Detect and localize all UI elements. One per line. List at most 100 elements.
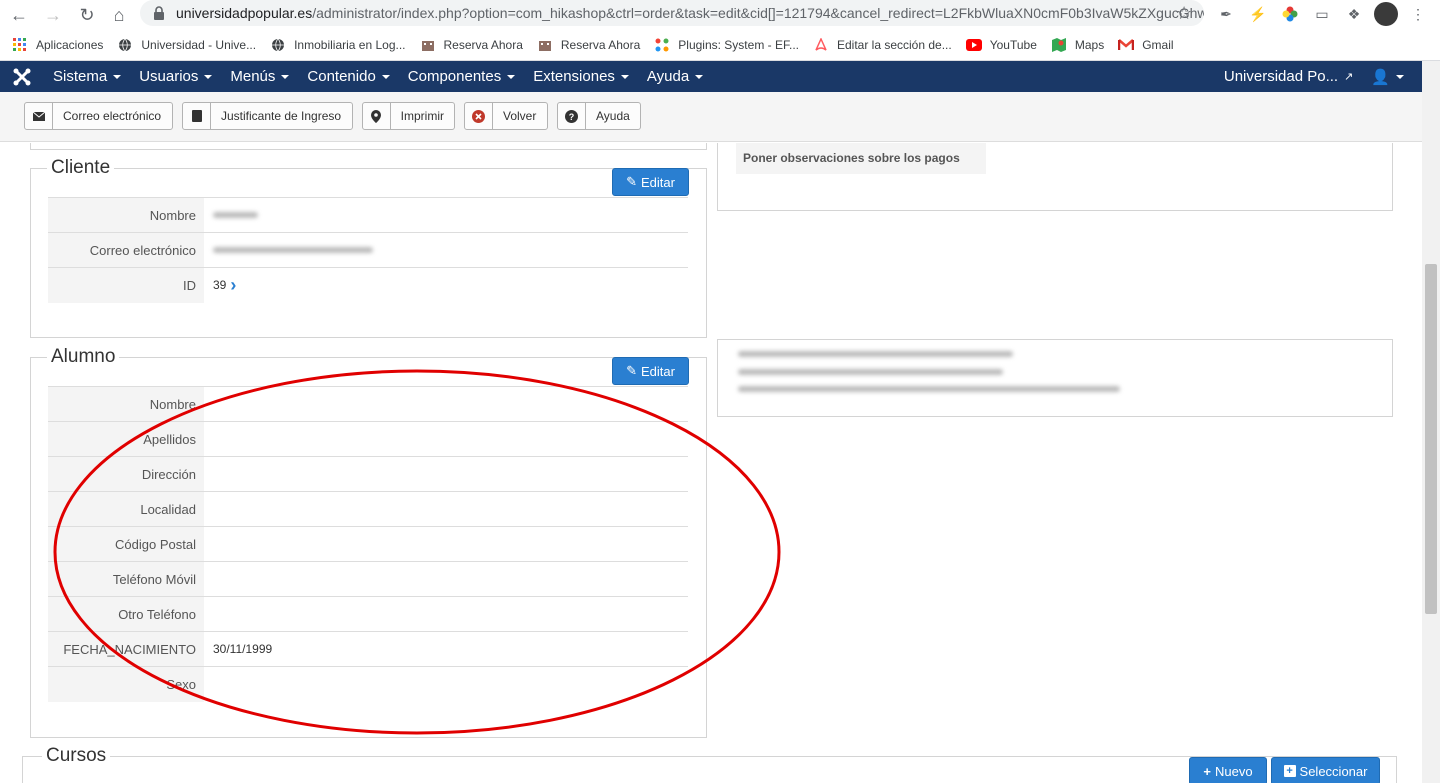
more-menu-icon[interactable]: ⋮	[1408, 4, 1428, 24]
redacted-text	[738, 386, 1120, 392]
address-panel	[717, 339, 1393, 417]
gmail-icon	[1118, 37, 1135, 53]
new-course-button[interactable]: + Nuevo	[1189, 757, 1267, 783]
building-icon	[420, 37, 436, 53]
home-icon[interactable]: ⌂	[106, 2, 132, 28]
cast-icon[interactable]: ▭	[1312, 4, 1332, 24]
chevron-down-icon	[381, 74, 390, 79]
page-scrollbar[interactable]	[1422, 61, 1440, 783]
forward-arrow-icon[interactable]: →	[40, 2, 66, 28]
external-link-icon: ↗	[1344, 71, 1354, 83]
user-menu[interactable]: 👤	[1362, 61, 1422, 92]
nav-menu-label: Contenido	[307, 68, 376, 85]
cancel-circle-icon	[465, 103, 493, 129]
chevron-down-icon	[620, 74, 629, 79]
bookmark-label: Aplicaciones	[36, 38, 104, 52]
nav-menu-label: Extensiones	[533, 68, 615, 85]
nav-menu-item[interactable]: Ayuda	[638, 61, 712, 92]
nav-menu-item[interactable]: Componentes	[399, 61, 524, 92]
help-button-label: Ayuda	[596, 109, 630, 123]
edit-student-label: Editar	[640, 363, 675, 379]
bookmark-item[interactable]: Plugins: System - EF...	[654, 37, 799, 53]
edit-client-button[interactable]: ✎ Editar	[612, 168, 689, 196]
table-row: FECHA_NACIMIENTO 30/11/1999	[48, 631, 688, 666]
table-row: Sexo	[48, 666, 688, 701]
question-circle-icon: ?	[558, 103, 586, 129]
url-path: /administrator/index.php?option=com_hika…	[312, 5, 1204, 21]
chevron-right-icon[interactable]: ›	[230, 276, 236, 294]
globe-icon	[270, 37, 286, 53]
site-link[interactable]: Universidad Po... ↗	[1215, 61, 1362, 92]
redacted-text	[738, 351, 1013, 357]
field-value: 30/11/1999	[204, 632, 688, 666]
color-wheel-icon[interactable]	[1280, 4, 1300, 24]
nav-menu-item[interactable]: Menús	[221, 61, 298, 92]
user-icon: 👤	[1371, 68, 1390, 86]
back-button[interactable]: Volver	[464, 102, 548, 130]
new-course-label: Nuevo	[1215, 763, 1253, 779]
eyedropper-icon[interactable]: ✒	[1216, 4, 1236, 24]
bookmark-item[interactable]: Maps	[1051, 37, 1104, 53]
field-label: ID	[48, 268, 204, 302]
field-value	[204, 233, 688, 267]
table-row: Nombre	[48, 197, 688, 232]
bookmark-star-icon[interactable]: ☆	[1176, 3, 1192, 24]
bookmark-item[interactable]: Universidad - Unive...	[117, 37, 256, 53]
extension-bolt-icon[interactable]: ⚡	[1248, 4, 1268, 24]
field-label: Código Postal	[48, 527, 204, 561]
browser-toolbar: ← → ↻ ⌂ universidadpopular.es/administra…	[0, 0, 1440, 30]
table-row: Dirección	[48, 456, 688, 491]
field-value	[204, 597, 688, 631]
back-arrow-icon[interactable]: ←	[6, 2, 32, 28]
scrollbar-thumb[interactable]	[1425, 264, 1437, 614]
receipt-button[interactable]: Justificante de Ingreso	[182, 102, 353, 130]
table-row: Teléfono Móvil	[48, 561, 688, 596]
field-value	[204, 667, 688, 701]
bookmark-item[interactable]: Aplicaciones	[12, 37, 103, 53]
help-button[interactable]: ? Ayuda	[557, 102, 641, 130]
nav-menu-item[interactable]: Sistema	[44, 61, 130, 92]
puzzle-icon[interactable]: ❖	[1344, 4, 1364, 24]
table-row: ID 39 ›	[48, 267, 688, 302]
client-panel-title: Cliente	[47, 157, 115, 179]
edit-student-button[interactable]: ✎ Editar	[612, 357, 689, 385]
table-end	[48, 302, 204, 303]
select-course-button[interactable]: + Seleccionar	[1271, 757, 1380, 783]
svg-text:?: ?	[569, 112, 575, 122]
field-value	[204, 387, 688, 421]
bookmark-item[interactable]: Editar la sección de...	[813, 37, 952, 53]
previous-panel-edge	[30, 143, 707, 150]
nav-menu-item[interactable]: Contenido	[298, 61, 398, 92]
email-button[interactable]: Correo electrónico	[24, 102, 173, 130]
bookmark-item[interactable]: Reserva Ahora	[537, 37, 640, 53]
bookmark-item[interactable]: Gmail	[1118, 37, 1174, 53]
bookmark-item[interactable]: Reserva Ahora	[420, 37, 523, 53]
print-button[interactable]: Imprimir	[362, 102, 455, 130]
nav-menu-label: Ayuda	[646, 68, 690, 85]
main-content: Poner observaciones sobre los pagos Clie…	[0, 143, 1422, 783]
bookmarks-bar: Aplicaciones Universidad - Unive... Inmobi…	[0, 30, 1440, 61]
joomla-logo-icon[interactable]	[0, 61, 44, 92]
nav-menu-item[interactable]: Extensiones	[524, 61, 638, 92]
chevron-down-icon	[204, 74, 213, 79]
bookmark-label: Universidad - Unive...	[141, 38, 257, 52]
bookmark-label: YouTube	[989, 38, 1037, 52]
reload-icon[interactable]: ↻	[74, 2, 100, 28]
address-bar[interactable]: universidadpopular.es/administrator/inde…	[140, 0, 1204, 26]
maps-icon	[1051, 37, 1067, 53]
bookmark-item[interactable]: YouTube	[965, 37, 1037, 53]
youtube-icon	[965, 37, 982, 53]
site-name: Universidad Po...	[1223, 68, 1339, 85]
payment-notes-label[interactable]: Poner observaciones sobre los pagos	[736, 143, 986, 174]
chevron-down-icon	[695, 74, 704, 79]
lock-icon	[154, 6, 164, 20]
field-label: Sexo	[48, 667, 204, 701]
back-button-label: Volver	[503, 109, 537, 123]
nav-menu-item[interactable]: Usuarios	[130, 61, 221, 92]
field-label: Nombre	[48, 198, 204, 232]
plus-icon: +	[1203, 763, 1211, 779]
profile-avatar[interactable]	[1374, 2, 1398, 26]
nav-menu-label: Sistema	[53, 68, 108, 85]
table-row: Apellidos	[48, 421, 688, 456]
bookmark-item[interactable]: Inmobiliaria en Log...	[270, 37, 406, 53]
